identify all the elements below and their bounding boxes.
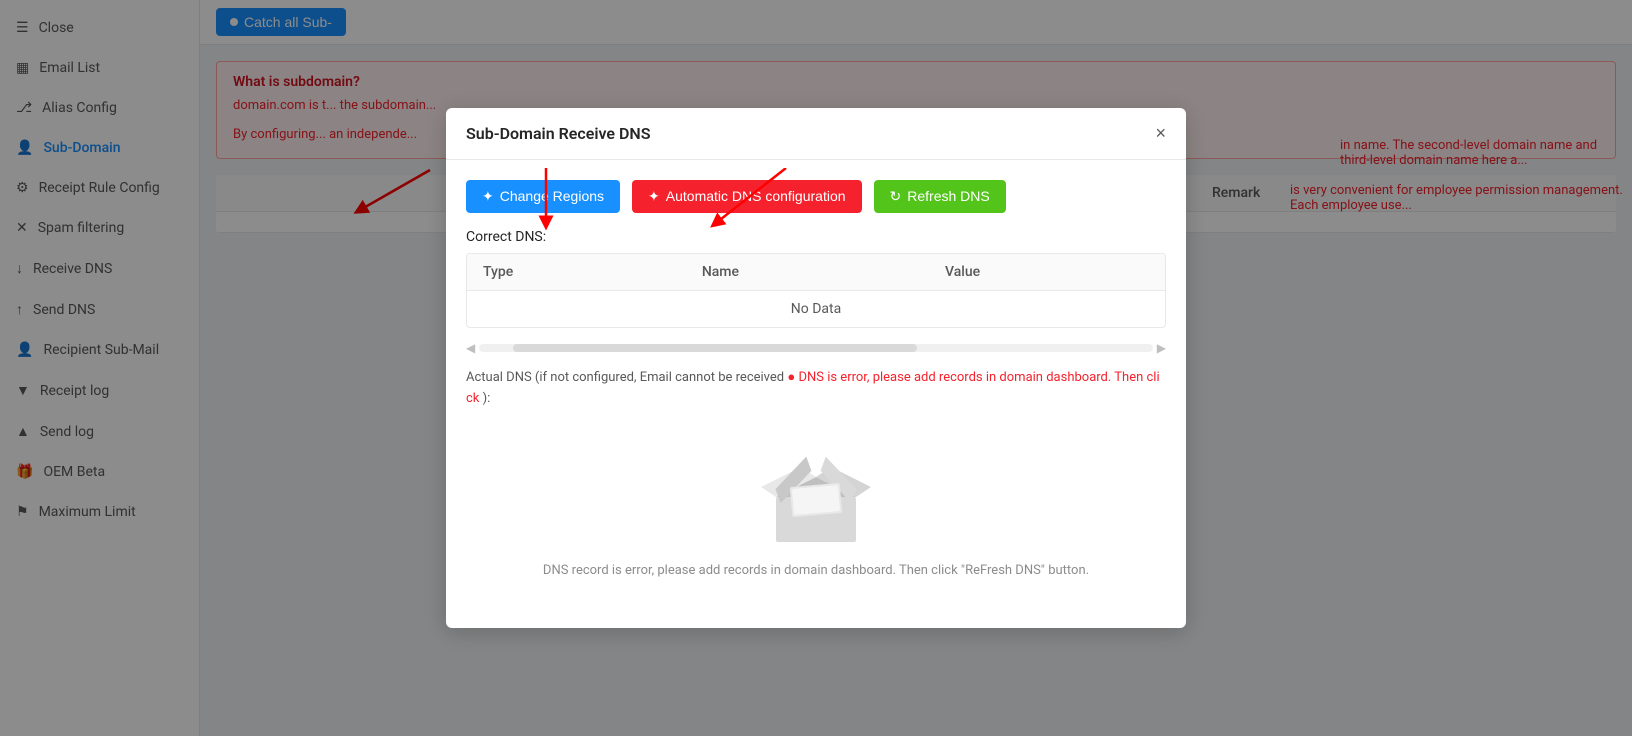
no-data-cell: No Data [467,290,1165,327]
scroll-thumb [513,344,917,352]
action-buttons: ✦ Change Regions ✦ Automatic DNS configu… [466,180,1166,213]
dialog-body: ✦ Change Regions ✦ Automatic DNS configu… [446,160,1186,629]
modal-overlay: Sub-Domain Receive DNS × ✦ Change Region… [200,0,1632,736]
dialog-header: Sub-Domain Receive DNS × [446,108,1186,160]
change-regions-label: Change Regions [500,188,604,204]
dialog: Sub-Domain Receive DNS × ✦ Change Region… [446,108,1186,629]
auto-icon: ✦ [648,188,660,205]
regions-icon: ✦ [482,188,494,205]
change-regions-button[interactable]: ✦ Change Regions [466,180,620,213]
dialog-title: Sub-Domain Receive DNS [466,124,651,143]
auto-dns-label: Automatic DNS configuration [666,188,846,204]
scroll-bar-area[interactable]: ◀ ▶ [466,340,1166,356]
empty-state-text: DNS record is error, please add records … [543,563,1089,578]
scroll-track[interactable] [479,344,1153,352]
refresh-dns-button[interactable]: ↻ Refresh DNS [874,180,1006,213]
refresh-icon: ↻ [890,188,902,205]
col-value: Value [929,254,1165,291]
refresh-dns-label: Refresh DNS [907,188,989,204]
auto-dns-button[interactable]: ✦ Automatic DNS configuration [632,180,862,213]
col-name: Name [686,254,929,291]
main-content: Catch all Sub- What is subdomain? domain… [200,0,1632,736]
scroll-right-btn[interactable]: ▶ [1157,341,1166,355]
dns-table-container: Type Name Value No Data [466,253,1166,328]
dialog-close-button[interactable]: × [1155,124,1166,142]
actual-dns-prefix: Actual DNS (if not configured, Email can… [466,370,787,385]
error-dot: ● [787,370,795,385]
no-data-row: No Data [467,290,1165,327]
dns-table: Type Name Value No Data [467,254,1165,327]
correct-dns-label: Correct DNS: [466,229,1166,245]
actual-dns-text: Actual DNS (if not configured, Email can… [466,368,1166,410]
scroll-left-btn[interactable]: ◀ [466,341,475,355]
col-type: Type [467,254,686,291]
empty-state: DNS record is error, please add records … [466,417,1166,608]
empty-box-icon [756,447,876,547]
actual-dns-suffix: ): [483,391,491,406]
